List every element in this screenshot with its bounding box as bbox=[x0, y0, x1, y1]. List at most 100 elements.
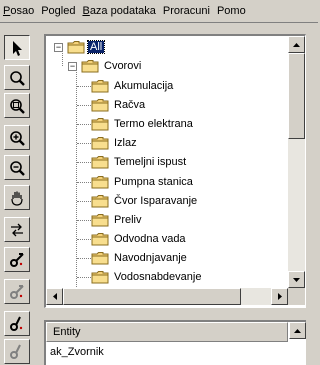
menu-bar: Posao Pogled Baza podataka Proracuni Pomo bbox=[0, 0, 318, 23]
pan-hand-tool-button[interactable] bbox=[4, 185, 30, 210]
tree-node-item[interactable]: Pumpna stanica bbox=[87, 173, 195, 191]
folder-icon bbox=[91, 137, 109, 150]
link-tool-icon bbox=[10, 316, 23, 331]
tree-node-item[interactable]: Račva bbox=[87, 96, 147, 114]
scroll-down-button[interactable] bbox=[288, 271, 305, 288]
menu-label: Pomo bbox=[216, 5, 246, 17]
connect-node-gray-tool-button[interactable] bbox=[4, 279, 30, 304]
refresh-arrows-icon bbox=[11, 223, 23, 236]
open-folder-icon bbox=[67, 41, 85, 54]
tree-node-icon bbox=[91, 98, 109, 112]
tree-node-icon bbox=[67, 40, 85, 54]
tree-node-icon bbox=[91, 270, 109, 284]
zoom-extent-tool-button[interactable] bbox=[4, 93, 30, 118]
tree-node-item[interactable]: Termo elektrana bbox=[87, 115, 195, 133]
menu-item-proracuni[interactable]: Proracuni bbox=[160, 0, 214, 22]
arrow-up-icon bbox=[294, 328, 301, 333]
tree-node-item[interactable]: Preliv bbox=[87, 211, 144, 229]
zoom-out-icon bbox=[10, 160, 25, 176]
entity-column-header[interactable]: Entity bbox=[46, 322, 288, 342]
tree-node-label: Temeljni ispust bbox=[114, 156, 187, 168]
menu-label: osao bbox=[10, 5, 35, 17]
connect-node-icon bbox=[10, 252, 24, 267]
scroll-up-button[interactable] bbox=[288, 36, 305, 53]
folder-icon bbox=[91, 252, 109, 265]
tree-node-label: Termo elektrana bbox=[114, 118, 193, 130]
hscroll-thumb[interactable] bbox=[63, 288, 241, 305]
scroll-right-button[interactable] bbox=[271, 288, 288, 305]
connect-node-tool-button[interactable] bbox=[4, 247, 30, 272]
menu-item-posao[interactable]: Posao bbox=[0, 0, 38, 22]
tree-node-item[interactable]: Čvor Isparavanje bbox=[87, 192, 199, 210]
tree-node-label: Akumulacija bbox=[114, 80, 174, 92]
refresh-arrows-tool-button[interactable] bbox=[4, 217, 30, 242]
folder-icon bbox=[91, 195, 109, 208]
entity-scroll-up-button[interactable] bbox=[289, 322, 306, 339]
menu-label: aza podataka bbox=[89, 5, 156, 17]
tree-node-label: Račva bbox=[114, 99, 146, 111]
tree-vertical-scrollbar[interactable] bbox=[288, 36, 305, 288]
entity-row[interactable]: ak_Zvornik bbox=[50, 346, 104, 358]
zoom-in-icon bbox=[10, 130, 25, 146]
tree-node-label: All bbox=[86, 40, 106, 54]
tree-node-label: Vodosnabdevanje bbox=[114, 271, 202, 283]
tree-node-item[interactable]: Akumulacija bbox=[87, 77, 175, 95]
tree-node-label: Odvodna vada bbox=[114, 233, 186, 245]
tree-node-label: Navodnjavanje bbox=[114, 252, 187, 264]
arrow-up-icon bbox=[293, 42, 300, 47]
tree-node-icon bbox=[91, 194, 109, 208]
magnifier-icon bbox=[10, 70, 25, 86]
arrow-left-icon bbox=[52, 293, 57, 300]
tree-horizontal-scrollbar[interactable] bbox=[46, 288, 288, 305]
folder-icon bbox=[91, 214, 109, 227]
collapse-toggle-icon[interactable]: − bbox=[68, 61, 77, 71]
menu-accelerator: B bbox=[82, 5, 90, 17]
arrow-down-icon bbox=[293, 277, 300, 282]
tree-node-label: Čvor Isparavanje bbox=[114, 195, 198, 207]
tree-node-item[interactable]: Temeljni ispust bbox=[87, 153, 188, 171]
tree-node-cvorovi[interactable]: − Cvorovi bbox=[68, 57, 143, 75]
tree-node-icon bbox=[91, 79, 109, 93]
scrollbar-corner bbox=[288, 288, 305, 305]
tree-node-icon bbox=[91, 213, 109, 227]
folder-icon bbox=[91, 156, 109, 169]
collapse-toggle-icon[interactable]: − bbox=[54, 42, 63, 52]
select-arrow-tool-button[interactable] bbox=[4, 35, 30, 60]
link-tool-alt-tool-button[interactable] bbox=[4, 339, 30, 364]
folder-icon bbox=[91, 176, 109, 189]
pan-hand-icon bbox=[11, 191, 23, 206]
open-folder-icon bbox=[81, 60, 99, 73]
tree-view[interactable]: − All − Cvorovi Akumulacija Račva Termo elektr… bbox=[46, 36, 288, 288]
menu-label: Proracuni bbox=[162, 5, 210, 17]
tree-node-icon bbox=[91, 117, 109, 131]
tree-node-item[interactable]: Navodnjavanje bbox=[87, 249, 189, 267]
tree-node-icon bbox=[81, 59, 99, 73]
zoom-out-tool-button[interactable] bbox=[4, 155, 30, 180]
scroll-thumb[interactable] bbox=[288, 53, 305, 139]
zoom-in-tool-button[interactable] bbox=[4, 125, 30, 150]
tree-node-icon bbox=[91, 251, 109, 265]
tree-panel: − All − Cvorovi Akumulacija Račva Termo elektr… bbox=[44, 34, 306, 308]
connect-node-gray-icon bbox=[10, 284, 24, 299]
menu-item-baza-podataka[interactable]: Baza podataka bbox=[79, 0, 159, 22]
magnifier-tool-button[interactable] bbox=[4, 65, 30, 90]
tree-connector-line bbox=[76, 66, 77, 288]
folder-icon bbox=[91, 99, 109, 112]
scroll-left-button[interactable] bbox=[46, 288, 63, 305]
entity-panel: Entity ak_Zvornik bbox=[44, 320, 306, 365]
tree-node-icon bbox=[91, 155, 109, 169]
menu-item-pomo[interactable]: Pomo bbox=[214, 0, 250, 22]
tree-node-all[interactable]: − All bbox=[54, 38, 106, 56]
tree-node-item[interactable]: Odvodna vada bbox=[87, 230, 188, 248]
tree-node-item[interactable]: Izlaz bbox=[87, 134, 139, 152]
link-tool-alt-icon bbox=[10, 344, 21, 359]
link-tool-tool-button[interactable] bbox=[4, 311, 30, 336]
tree-node-item[interactable]: Vodosnabdevanje bbox=[87, 268, 203, 286]
menu-item-pogled[interactable]: Pogled bbox=[38, 0, 79, 22]
zoom-extent-icon bbox=[10, 98, 25, 114]
folder-icon bbox=[91, 271, 109, 284]
folder-icon bbox=[91, 118, 109, 131]
tree-node-icon bbox=[91, 175, 109, 189]
select-arrow-icon bbox=[13, 40, 22, 56]
tree-node-icon bbox=[91, 232, 109, 246]
